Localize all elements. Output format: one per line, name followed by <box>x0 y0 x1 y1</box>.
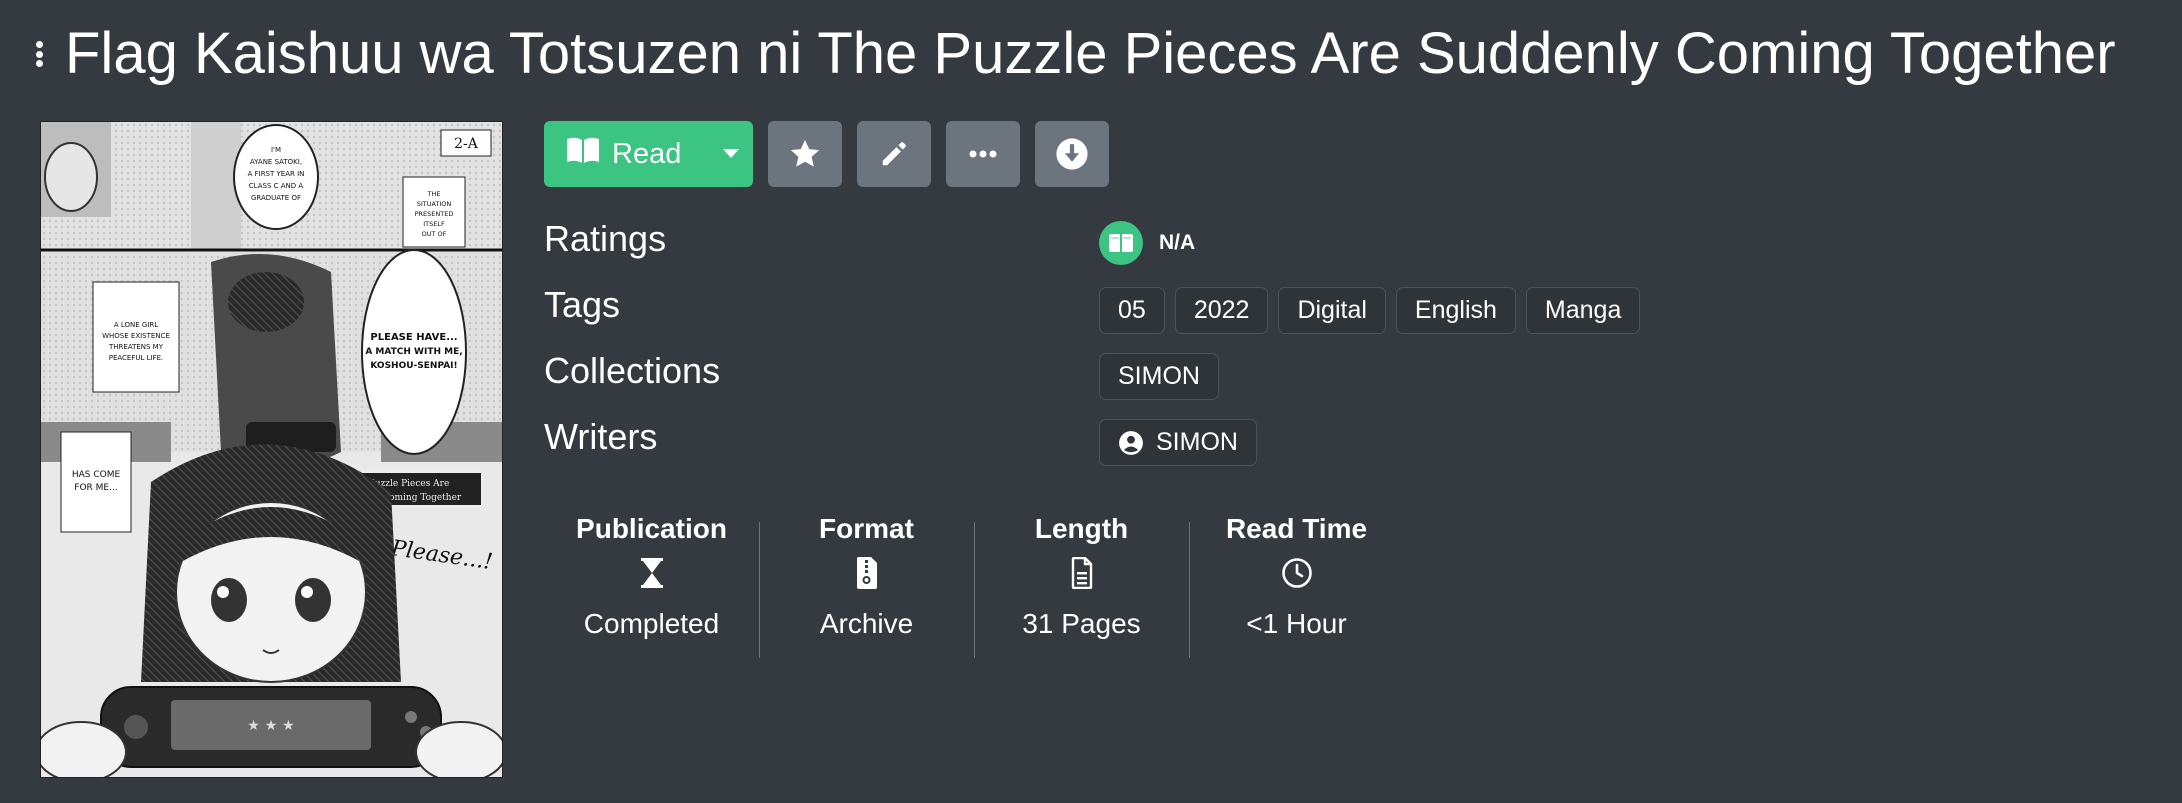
stat-length: Length 31 Pages <box>974 510 1189 658</box>
tag-chip[interactable]: Manga <box>1525 287 1641 334</box>
file-text-icon <box>1070 548 1094 598</box>
collection-chip[interactable]: SIMON <box>1099 353 1219 400</box>
svg-text:HAS COME: HAS COME <box>72 470 121 480</box>
tag-chip[interactable]: 2022 <box>1174 287 1269 334</box>
more-options-button[interactable] <box>946 121 1021 187</box>
stat-value: <1 Hour <box>1246 608 1347 639</box>
svg-text:FOR ME...: FOR ME... <box>74 483 117 493</box>
svg-text:THE: THE <box>427 190 441 198</box>
user-circle-icon <box>1118 430 1144 456</box>
pencil-icon <box>883 142 907 166</box>
tags-list: 05 2022 Digital English Manga <box>1099 287 1641 334</box>
svg-text:★ ★ ★: ★ ★ ★ <box>247 718 294 734</box>
tags-label: Tags <box>544 284 621 325</box>
hourglass-icon <box>640 548 664 598</box>
ellipsis-icon <box>969 150 997 158</box>
svg-text:KOSHOU-SENPAI!: KOSHOU-SENPAI! <box>370 361 457 371</box>
writers-label: Writers <box>544 416 658 457</box>
cover-bubble-text: GRADUATE OF <box>251 194 301 202</box>
stat-publication: Publication Completed <box>544 510 759 648</box>
cover-art: I'M AYANE SATOKI, A FIRST YEAR IN CLASS … <box>41 122 502 777</box>
ratings-label: Ratings <box>544 218 667 259</box>
stat-label: Format <box>819 513 914 544</box>
tag-chip[interactable]: 05 <box>1099 287 1165 334</box>
svg-text:OUT OF: OUT OF <box>422 230 447 238</box>
svg-text:A LONE GIRL: A LONE GIRL <box>114 321 158 329</box>
stat-value: 31 Pages <box>1022 608 1141 639</box>
book-icon <box>1109 234 1133 252</box>
vertical-ellipsis-icon[interactable] <box>36 41 43 67</box>
rating-badge[interactable] <box>1099 221 1143 265</box>
want-to-read-button[interactable] <box>768 121 843 187</box>
cover-image[interactable]: I'M AYANE SATOKI, A FIRST YEAR IN CLASS … <box>40 121 503 778</box>
svg-text:SITUATION: SITUATION <box>417 200 452 208</box>
file-archive-icon <box>855 548 879 598</box>
cover-bubble-text: I'M <box>271 146 281 154</box>
caret-down-icon <box>723 149 740 158</box>
stat-read-time: Read Time <1 Hour <box>1189 510 1404 658</box>
action-bar: Read <box>544 121 1110 187</box>
book-open-icon <box>566 136 600 172</box>
star-icon <box>791 140 820 167</box>
download-icon <box>1056 138 1088 170</box>
stat-label: Read Time <box>1225 513 1368 544</box>
download-button[interactable] <box>1035 121 1110 187</box>
stat-label: Publication <box>576 513 727 544</box>
cover-bubble-text: AYANE SATOKI, <box>250 158 302 166</box>
stat-value: Completed <box>583 608 720 639</box>
read-button-group: Read <box>544 121 754 187</box>
stat-label: Length <box>1034 513 1129 544</box>
collections-list: SIMON <box>1099 353 1219 400</box>
ratings-value: N/A <box>1099 221 1195 265</box>
tag-chip[interactable]: Digital <box>1278 287 1386 334</box>
cover-bubble-text: CLASS C AND A <box>249 182 304 190</box>
edit-button[interactable] <box>857 121 932 187</box>
svg-text:A MATCH WITH ME,: A MATCH WITH ME, <box>365 347 462 357</box>
clock-icon <box>1281 548 1313 598</box>
svg-text:PLEASE HAVE...: PLEASE HAVE... <box>370 332 457 343</box>
stats-row: Publication Completed Format Archive Len… <box>544 510 1404 658</box>
writer-chip[interactable]: SIMON <box>1099 419 1257 466</box>
writers-list: SIMON <box>1099 419 1257 466</box>
series-title: Flag Kaishuu wa Totsuzen ni The Puzzle P… <box>65 21 2116 86</box>
rating-value: N/A <box>1159 231 1196 254</box>
svg-text:PRESENTED: PRESENTED <box>415 210 454 218</box>
read-button[interactable]: Read <box>544 121 709 187</box>
svg-text:ITSELF: ITSELF <box>423 220 445 228</box>
collections-label: Collections <box>544 350 721 391</box>
stat-format: Format Archive <box>759 510 974 658</box>
cover-bubble-text: A FIRST YEAR IN <box>248 170 305 178</box>
tag-chip[interactable]: English <box>1395 287 1516 334</box>
svg-text:PEACEFUL LIFE.: PEACEFUL LIFE. <box>109 354 164 362</box>
cover-classroom-sign: 2-A <box>454 136 479 152</box>
stat-value: Archive <box>819 608 914 639</box>
read-button-label: Read <box>612 137 682 170</box>
series-detail-page: Flag Kaishuu wa Totsuzen ni The Puzzle P… <box>0 0 2182 803</box>
svg-text:WHOSE EXISTENCE: WHOSE EXISTENCE <box>102 332 170 340</box>
read-dropdown-toggle[interactable] <box>709 121 753 187</box>
title-row: Flag Kaishuu wa Totsuzen ni The Puzzle P… <box>36 18 2116 90</box>
writer-name: SIMON <box>1156 428 1238 456</box>
svg-text:THREATENS MY: THREATENS MY <box>108 343 164 351</box>
